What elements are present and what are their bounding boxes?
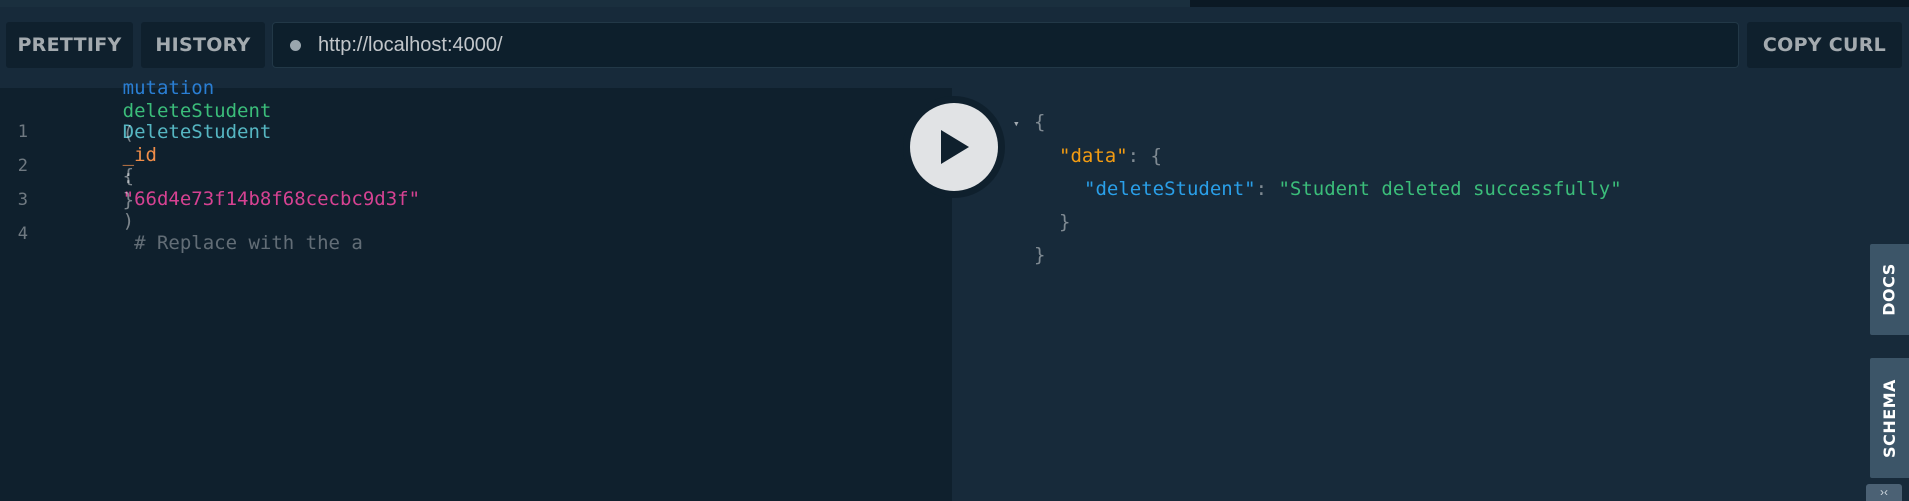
line-number: 1 (17, 122, 28, 142)
result-line-4: } (1059, 207, 1070, 237)
result-key-deletestudent: "deleteStudent" (1084, 178, 1256, 200)
argument-name: _id (122, 144, 157, 166)
window-top-strip (0, 0, 1909, 7)
result-line-3: "deleteStudent" : "Student deleted succe… (1084, 174, 1622, 204)
active-tab-strip (0, 0, 1190, 7)
result-data-separator: : { (1127, 145, 1162, 167)
schema-tab-label: SCHEMA (1880, 378, 1900, 458)
result-delete-separator: : (1255, 178, 1279, 200)
copy-curl-button[interactable]: COPY CURL (1747, 22, 1902, 68)
paren-open: ( (122, 122, 135, 144)
editor-line-3[interactable]: 3 } (0, 185, 134, 215)
status-dot-icon (290, 39, 301, 51)
query-editor[interactable]: 1 mutation DeleteStudent { 2 deleteStude… (0, 77, 952, 501)
execute-query-button[interactable] (903, 96, 1005, 198)
result-line-1: { (1034, 107, 1045, 137)
play-icon (941, 130, 969, 164)
close-brace: } (122, 189, 135, 211)
result-key-data: "data" (1059, 145, 1128, 167)
endpoint-url-text[interactable]: http://localhost:4000/ (318, 34, 503, 57)
code-comment: # Replace with the a (122, 232, 363, 254)
result-outer-close: } (1034, 244, 1046, 266)
docs-tab[interactable]: DOCS (1870, 244, 1909, 335)
line-number: 3 (17, 190, 28, 210)
field-name: deleteStudent (122, 100, 272, 122)
result-open-brace: { (1034, 111, 1046, 133)
chevron-collapse-icon[interactable]: ›‹ (1866, 484, 1902, 501)
schema-tab[interactable]: SCHEMA (1870, 358, 1909, 478)
result-value-message: "Student deleted successfully" (1278, 178, 1622, 200)
docs-tab-label: DOCS (1880, 263, 1900, 316)
fold-arrow-icon[interactable]: ▾ (1013, 117, 1020, 130)
argument-value: "66d4e73f14b8f68cecbc9d3f" (122, 188, 421, 210)
endpoint-url-input[interactable]: http://localhost:4000/ (272, 22, 1739, 68)
editor-line-4[interactable]: 4 (0, 219, 28, 249)
line-number: 4 (17, 224, 28, 244)
play-button-face[interactable] (910, 103, 998, 191)
result-inner-close: } (1059, 211, 1071, 233)
result-line-5: } (1034, 240, 1045, 270)
result-viewer[interactable]: ▾ { "data" : { "deleteStudent" : "Studen… (952, 88, 1909, 501)
line-number: 2 (17, 156, 28, 176)
result-line-2: "data" : { (1059, 141, 1162, 171)
